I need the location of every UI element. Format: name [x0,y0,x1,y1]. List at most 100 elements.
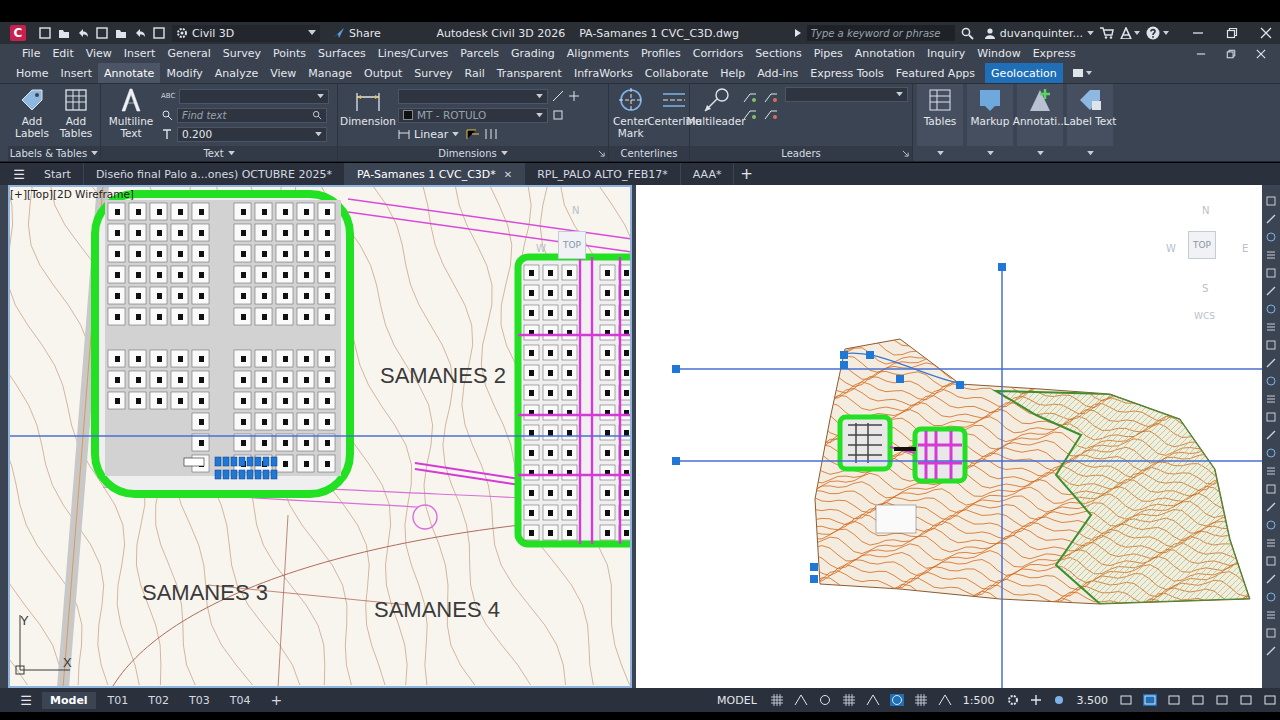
dialog-launcher-icon[interactable] [902,150,909,157]
share-button[interactable]: Share [332,27,381,40]
palette-tool-icon[interactable] [1265,573,1277,585]
menu-item[interactable]: Insert [118,47,162,60]
menu-item[interactable]: Alignments [561,47,635,60]
palette-tool-icon[interactable] [1265,483,1277,495]
restore-icon[interactable] [1226,27,1238,39]
restore-icon[interactable] [1226,49,1236,59]
status-tool-icon[interactable] [1143,694,1157,706]
file-tab[interactable]: PA-Samanes 1 CVC_C3D*✕ [345,163,525,185]
palette-tool-icon[interactable] [1265,501,1277,513]
status-tool-icon[interactable] [1167,694,1181,706]
status-tool-icon[interactable] [1191,694,1205,706]
grip[interactable] [672,457,680,465]
ribbon-tab[interactable]: Annotate [98,63,160,83]
layout-menu[interactable]: ☰ [14,693,38,708]
palette-tool-icon[interactable] [1265,285,1277,297]
workspace-dropdown[interactable]: Civil 3D [172,25,320,42]
quick-access-icon[interactable] [95,26,109,40]
menu-item[interactable]: Sections [749,47,808,60]
close-icon[interactable] [1256,49,1266,59]
leader-tool-icon[interactable] [763,90,779,104]
menu-item[interactable]: File [16,47,46,60]
multileader-button[interactable]: Multileader [694,87,738,127]
dimension-button[interactable]: Dimension [342,87,394,127]
ribbon-tab[interactable]: Survey [408,63,458,83]
dimension-style-dropdown[interactable] [398,89,548,104]
palette-tool-icon[interactable] [1265,609,1277,621]
palette-tool-icon[interactable] [1265,249,1277,261]
viewcube[interactable]: NWTOPESWCS [1162,195,1252,335]
grip[interactable] [998,263,1006,271]
cart-icon[interactable] [1100,27,1114,39]
palette-tool-icon[interactable] [1265,627,1277,639]
panel-title[interactable]: Text [101,146,337,161]
layout-tab[interactable]: T01 [100,692,137,709]
site-plan-drawing[interactable]: SAMANES 2SAMANES 3SAMANES 4YX [8,185,632,688]
ribbon-tab[interactable]: Featured Apps [890,63,981,83]
layout-tab[interactable]: Model [42,692,96,709]
ucs-menu[interactable]: WCS [1194,311,1215,321]
quick-access-icon[interactable] [133,26,147,40]
palette-tool-icon[interactable] [1265,591,1277,603]
palette-tool-icon[interactable] [1265,267,1277,279]
menu-item[interactable]: Points [267,47,312,60]
menu-item[interactable]: Survey [217,47,267,60]
multiline-text-button[interactable]: Multiline Text [105,87,157,139]
ribbon-tab[interactable]: Add-ins [751,63,804,83]
quick-access-icon[interactable] [57,26,71,40]
palette-tool-icon[interactable] [1265,411,1277,423]
file-tab[interactable]: AAA* [681,163,735,185]
dialog-launcher-icon[interactable] [598,150,605,157]
ribbon-tab[interactable]: View [264,63,302,83]
palette-tool-icon[interactable] [1265,231,1277,243]
status-tool-icon[interactable] [1239,694,1253,706]
linear-dimension-button[interactable]: Linear [398,128,462,141]
palette-tool-icon[interactable] [1265,321,1277,333]
right-viewport[interactable]: NWTOPESWCS [636,185,1262,688]
leader-tool-icon[interactable] [763,107,779,121]
file-tab[interactable]: RPL_PALO ALTO_FEB17* [525,163,681,185]
dim-tool-icon[interactable] [466,128,480,140]
add-labels-button[interactable]: Add Labels [12,87,52,139]
menu-item[interactable]: Window [971,47,1026,60]
annotation-scale[interactable]: 1:500 [959,694,999,707]
panel-title[interactable]: Leaders [690,146,912,161]
palette-tool-icon[interactable] [1265,537,1277,549]
layout-tab[interactable]: T04 [222,692,259,709]
ribbon-tab[interactable]: Analyze [209,63,264,83]
compass-north[interactable]: N [572,205,579,216]
palette-tool-icon[interactable] [1265,303,1277,315]
compass-south[interactable]: S [1202,283,1208,294]
layout-tab[interactable]: T02 [140,692,177,709]
compass-west[interactable]: W [1166,243,1176,254]
ribbon-tab[interactable]: Transparent [491,63,568,83]
plus-icon[interactable] [1030,694,1042,706]
palette-tool-icon[interactable] [1265,429,1277,441]
palette-tool-icon[interactable] [1265,357,1277,369]
help-icon[interactable] [1146,26,1170,40]
menu-item[interactable]: Inquiry [921,47,971,60]
status-tool-icon[interactable] [1215,694,1229,706]
minimize-icon[interactable] [1196,49,1206,59]
panel-expander[interactable] [1017,146,1063,161]
viewcube[interactable]: NWTOP [532,195,622,315]
center-mark-button[interactable]: Center Mark [613,87,648,139]
status-toggle-icon[interactable] [842,694,856,706]
compass-west[interactable]: W [536,243,546,254]
status-toggle-icon[interactable] [938,694,952,706]
panel-expander[interactable] [1067,146,1113,161]
palette-tool-icon[interactable] [1265,519,1277,531]
leader-tool-icon[interactable] [742,107,758,121]
menu-item[interactable]: Lines/Curves [372,47,455,60]
close-tab-button[interactable]: ✕ [504,169,512,180]
multileader-style-dropdown[interactable] [785,87,908,102]
palette-tool-icon[interactable] [1265,339,1277,351]
text-height-field[interactable]: 0.200 [177,127,327,142]
status-toggle-icon[interactable] [866,694,880,706]
expand-icon[interactable] [795,29,801,37]
model-space-toggle[interactable]: MODEL [711,694,763,707]
status-toggle-icon[interactable] [770,694,784,706]
lineweight-icon[interactable] [1052,694,1066,706]
ribbon-tab[interactable]: Output [358,63,408,83]
ribbon-tab[interactable]: Modify [160,63,208,83]
